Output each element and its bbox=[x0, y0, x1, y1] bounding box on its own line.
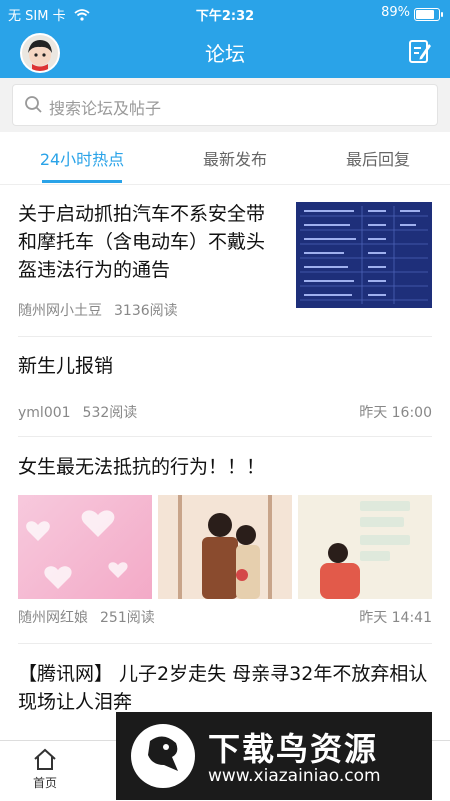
home-icon bbox=[34, 748, 56, 770]
post-reads: 251阅读 bbox=[100, 610, 155, 626]
status-bar: 无 SIM 卡 下午2:32 89% bbox=[0, 0, 450, 26]
post-meta: 随州网红娘 251阅读 bbox=[18, 607, 155, 627]
watermark-url: www.xiazainiao.com bbox=[208, 766, 381, 786]
post-reads: 532阅读 bbox=[82, 405, 138, 421]
edit-icon[interactable] bbox=[408, 38, 432, 68]
post-title: 关于启动抓拍汽车不系安全带和摩托车（含电动车）不戴头盔违法行为的通告 bbox=[18, 203, 266, 281]
post-time: 昨天 14:41 bbox=[359, 610, 432, 626]
tab-home[interactable]: 首页 bbox=[20, 747, 70, 791]
post-image-hearts bbox=[18, 495, 152, 599]
list-item[interactable]: 关于启动抓拍汽车不系安全带和摩托车（含电动车）不戴头盔违法行为的通告 随州网小土… bbox=[18, 200, 432, 337]
tab-hot-24h[interactable]: 24小时热点 bbox=[17, 146, 147, 170]
post-thumbnail bbox=[296, 202, 432, 308]
tab-last-reply[interactable]: 最后回复 bbox=[313, 146, 443, 170]
post-reads: 3136阅读 bbox=[114, 303, 178, 319]
watermark-brand: 下载鸟资源 bbox=[208, 730, 379, 768]
post-image-chat bbox=[298, 495, 432, 599]
search-icon bbox=[25, 96, 42, 113]
tab-latest[interactable]: 最新发布 bbox=[170, 146, 300, 170]
search-area: 搜索论坛及帖子 bbox=[0, 78, 450, 132]
battery-percent: 89% bbox=[381, 5, 410, 20]
bird-logo-icon bbox=[131, 724, 195, 788]
post-author: 随州网红娘 bbox=[18, 610, 88, 626]
post-title: 【腾讯网】 儿子2岁走失 母亲寻32年不放弃相认现场让人泪奔 bbox=[18, 663, 428, 713]
post-author: 随州网小土豆 bbox=[18, 303, 102, 319]
post-title: 女生最无法抵抗的行为！！！ bbox=[18, 456, 266, 478]
post-title: 新生儿报销 bbox=[18, 355, 114, 377]
page-title: 论坛 bbox=[205, 42, 245, 66]
search-input[interactable]: 搜索论坛及帖子 bbox=[12, 84, 438, 126]
post-author: yml001 bbox=[18, 405, 71, 421]
nav-bar: 论坛 bbox=[0, 26, 450, 78]
active-tab-indicator bbox=[42, 180, 122, 183]
post-image-couple bbox=[158, 495, 292, 599]
post-meta: yml001 532阅读 bbox=[18, 402, 137, 422]
list-item[interactable]: 【腾讯网】 儿子2岁走失 母亲寻32年不放弃相认现场让人泪奔 bbox=[18, 660, 432, 720]
search-placeholder: 搜索论坛及帖子 bbox=[49, 99, 162, 118]
tab-bar: 24小时热点 最新发布 最后回复 bbox=[0, 132, 450, 185]
battery-icon bbox=[414, 8, 443, 21]
post-meta: 随州网小土豆 3136阅读 bbox=[18, 300, 178, 320]
post-time: 昨天 16:00 bbox=[359, 405, 432, 421]
list-item[interactable]: 新生儿报销 yml001 532阅读 昨天 16:00 bbox=[18, 352, 432, 437]
list-item[interactable]: 女生最无法抵抗的行为！！！ 随州网红娘 251阅读 昨天 14:41 bbox=[18, 453, 432, 644]
watermark-banner: 下载鸟资源 www.xiazainiao.com bbox=[116, 712, 432, 800]
tab-home-label: 首页 bbox=[32, 776, 57, 790]
